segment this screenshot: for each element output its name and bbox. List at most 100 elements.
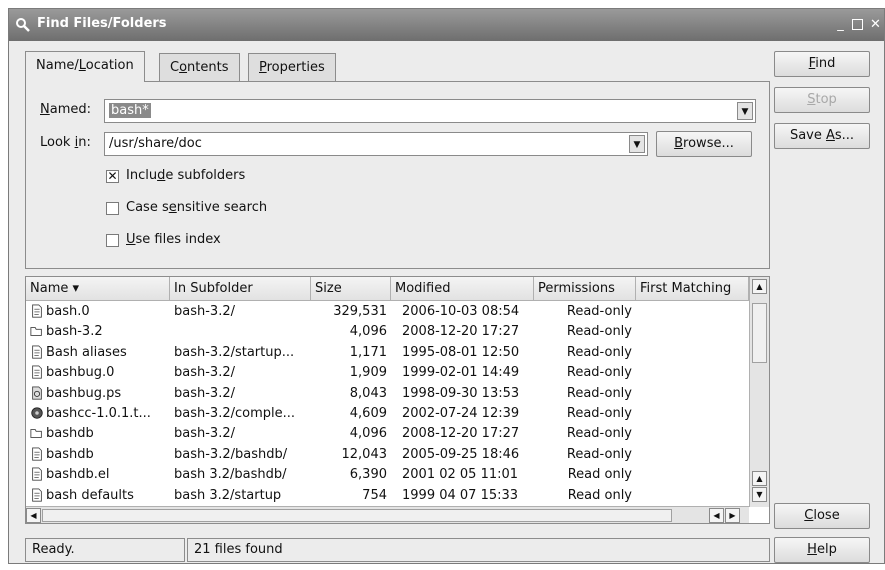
chevron-down-icon[interactable]: ▼ bbox=[629, 135, 645, 153]
include-subfolders-label[interactable]: Include subfolders bbox=[126, 168, 245, 183]
window-title: Find Files/Folders bbox=[37, 16, 167, 31]
subfolder-cell: bash 3.2/startup bbox=[174, 487, 282, 503]
scroll-left-icon[interactable]: ◀ bbox=[26, 508, 41, 523]
search-icon bbox=[16, 18, 30, 32]
named-label: Named: bbox=[40, 102, 91, 117]
column-header-size[interactable]: Size bbox=[311, 277, 391, 301]
folder-icon bbox=[30, 327, 42, 337]
scroll-right-icon[interactable]: ▶ bbox=[725, 508, 740, 523]
size-cell: 329,531 bbox=[333, 304, 387, 319]
subfolder-cell: bash 3.2/bashdb/ bbox=[174, 467, 287, 483]
column-header-modified[interactable]: Modified bbox=[391, 277, 534, 301]
modified-cell: 2006-10-03 08:54 bbox=[402, 304, 520, 319]
column-header-subfolder[interactable]: In Subfolder bbox=[170, 277, 311, 301]
chevron-down-icon[interactable]: ▼ bbox=[737, 102, 753, 120]
tab-label: ntents bbox=[187, 60, 229, 75]
case-sensitive-checkbox[interactable] bbox=[106, 202, 119, 215]
file-name-cell: Bash aliases bbox=[46, 344, 127, 360]
modified-cell: 2008-12-20 17:27 bbox=[402, 426, 520, 442]
modified-cell: 1998-09-30 13:53 bbox=[402, 385, 520, 401]
folder-icon bbox=[30, 429, 42, 439]
use-files-index-label[interactable]: Use files index bbox=[126, 232, 221, 247]
look-in-combobox[interactable]: /usr/share/doc ▼ bbox=[104, 132, 648, 156]
permissions-cell: Read-only bbox=[566, 446, 632, 462]
named-input[interactable]: bash* bbox=[109, 103, 151, 118]
help-button[interactable]: Help bbox=[774, 537, 870, 563]
scroll-down-icon[interactable]: ▼ bbox=[752, 487, 767, 502]
close-button[interactable]: Close bbox=[774, 503, 870, 529]
permissions-cell: Read-only bbox=[566, 385, 632, 401]
modified-cell: 2001 02 05 11:01 bbox=[402, 467, 519, 483]
table-row[interactable]: Bash aliases bash-3.2/startup... 1,171 1995… bbox=[26, 343, 748, 363]
permissions-cell: Read-only bbox=[566, 344, 632, 360]
case-sensitive-label[interactable]: Case sensitive search bbox=[126, 200, 267, 215]
table-row[interactable]: bashbug.0 bash-3.2/1,909 1999-02-01 14:49 R… bbox=[26, 363, 748, 383]
text-file-icon bbox=[32, 488, 42, 502]
tab-mnemonic: o bbox=[179, 60, 188, 75]
find-files-window: Find Files/Folders _ ✕ Name/Location Con… bbox=[8, 8, 885, 564]
scroll-up-icon[interactable]: ▲ bbox=[752, 279, 767, 294]
tab-properties[interactable]: Properties bbox=[248, 53, 336, 81]
look-in-input[interactable]: /usr/share/doc bbox=[109, 136, 202, 151]
tab-label: Name/ bbox=[36, 58, 79, 73]
use-files-index-checkbox[interactable] bbox=[106, 234, 119, 247]
table-row[interactable]: bashbug.ps bash-3.2/8,043 1998-09-30 13:53… bbox=[26, 384, 748, 404]
tab-mnemonic: P bbox=[259, 60, 267, 75]
table-row[interactable]: bash defaults bash 3.2/startup 754 1999 04 … bbox=[26, 486, 748, 506]
scroll-up-icon[interactable]: ▲ bbox=[752, 471, 767, 486]
text-file-icon bbox=[32, 447, 42, 461]
modified-cell: 2002-07-24 12:39 bbox=[402, 406, 520, 421]
tab-name-location[interactable]: Name/Location bbox=[25, 51, 145, 82]
modified-cell: 1999-02-01 14:49 bbox=[402, 365, 520, 381]
table-row[interactable]: bashdb.el bash 3.2/bashdb/6,390 2001 02 05… bbox=[26, 465, 748, 485]
size-cell: 12,043 bbox=[341, 446, 388, 462]
results-list[interactable]: Name ▾ In Subfolder Size Modified Permis… bbox=[25, 276, 770, 524]
tab-contents[interactable]: Contents bbox=[159, 53, 240, 81]
table-row[interactable]: bash-3.2 4,096 2008-12-20 17:27 Read-only bbox=[26, 322, 748, 342]
maximize-button[interactable] bbox=[852, 19, 863, 30]
status-text: Ready. bbox=[25, 538, 185, 562]
column-header-first-matching[interactable]: First Matching bbox=[636, 277, 749, 301]
size-cell: 6,390 bbox=[349, 467, 387, 483]
permissions-cell: Read only bbox=[567, 467, 632, 483]
permissions-cell: Read-only bbox=[566, 365, 632, 381]
table-row[interactable]: bash.0 bash-3.2/329,531 2006-10-03 08:54 Re… bbox=[26, 302, 748, 322]
table-row[interactable]: bashdb bash-3.2/bashdb/12,043 2005-09-25 1… bbox=[26, 445, 748, 465]
size-cell: 4,096 bbox=[349, 426, 387, 442]
name-location-panel: Named: bash* ▼ Look in: /usr/share/doc ▼… bbox=[25, 81, 770, 269]
tab-mnemonic: L bbox=[78, 58, 86, 73]
stop-button[interactable]: Stop bbox=[774, 87, 870, 113]
vertical-scrollbar[interactable]: ▲ ▲ ▼ bbox=[749, 277, 769, 507]
scroll-left-icon[interactable]: ◀ bbox=[709, 508, 724, 523]
table-row[interactable]: bashcc-1.0.1.t... bash-3.2/comple... 4,609… bbox=[26, 404, 748, 424]
tab-label: ocation bbox=[85, 58, 134, 73]
include-subfolders-checkbox[interactable]: ✕ bbox=[106, 170, 119, 183]
horizontal-scrollbar[interactable]: ◀ ◀ ▶ bbox=[26, 506, 749, 523]
size-cell: 1,909 bbox=[349, 365, 387, 381]
table-row[interactable]: bashdb bash-3.2/4,096 2008-12-20 17:27 Read… bbox=[26, 424, 748, 444]
file-name-cell: bashbug.ps bbox=[46, 385, 122, 401]
subfolder-cell: bash-3.2/startup... bbox=[174, 344, 295, 360]
size-cell: 754 bbox=[362, 487, 387, 503]
subfolder-cell: bash-3.2/ bbox=[174, 426, 235, 442]
tab-label: roperties bbox=[266, 60, 325, 75]
browse-button[interactable]: Browse... bbox=[656, 131, 752, 157]
vertical-scroll-thumb[interactable] bbox=[752, 303, 767, 363]
subfolder-cell: bash-3.2/ bbox=[174, 365, 235, 381]
close-window-button[interactable]: ✕ bbox=[869, 18, 882, 31]
text-file-icon bbox=[32, 345, 42, 359]
find-button[interactable]: Find bbox=[774, 51, 870, 77]
file-name-cell: bashbug.0 bbox=[46, 365, 115, 381]
size-cell: 1,171 bbox=[349, 344, 387, 360]
postscript-file-icon bbox=[32, 386, 42, 400]
column-header-name[interactable]: Name ▾ bbox=[26, 277, 170, 301]
subfolder-cell: bash-3.2/bashdb/ bbox=[174, 446, 288, 462]
column-header-permissions[interactable]: Permissions bbox=[534, 277, 636, 301]
file-name-cell: bash defaults bbox=[46, 487, 134, 503]
title-bar[interactable]: Find Files/Folders _ ✕ bbox=[9, 9, 884, 41]
horizontal-scroll-thumb[interactable] bbox=[42, 509, 672, 522]
named-combobox[interactable]: bash* ▼ bbox=[104, 99, 756, 123]
modified-cell: 1999 04 07 15:33 bbox=[402, 487, 519, 503]
minimize-button[interactable]: _ bbox=[834, 18, 847, 31]
save-as-button[interactable]: Save As... bbox=[774, 123, 870, 149]
